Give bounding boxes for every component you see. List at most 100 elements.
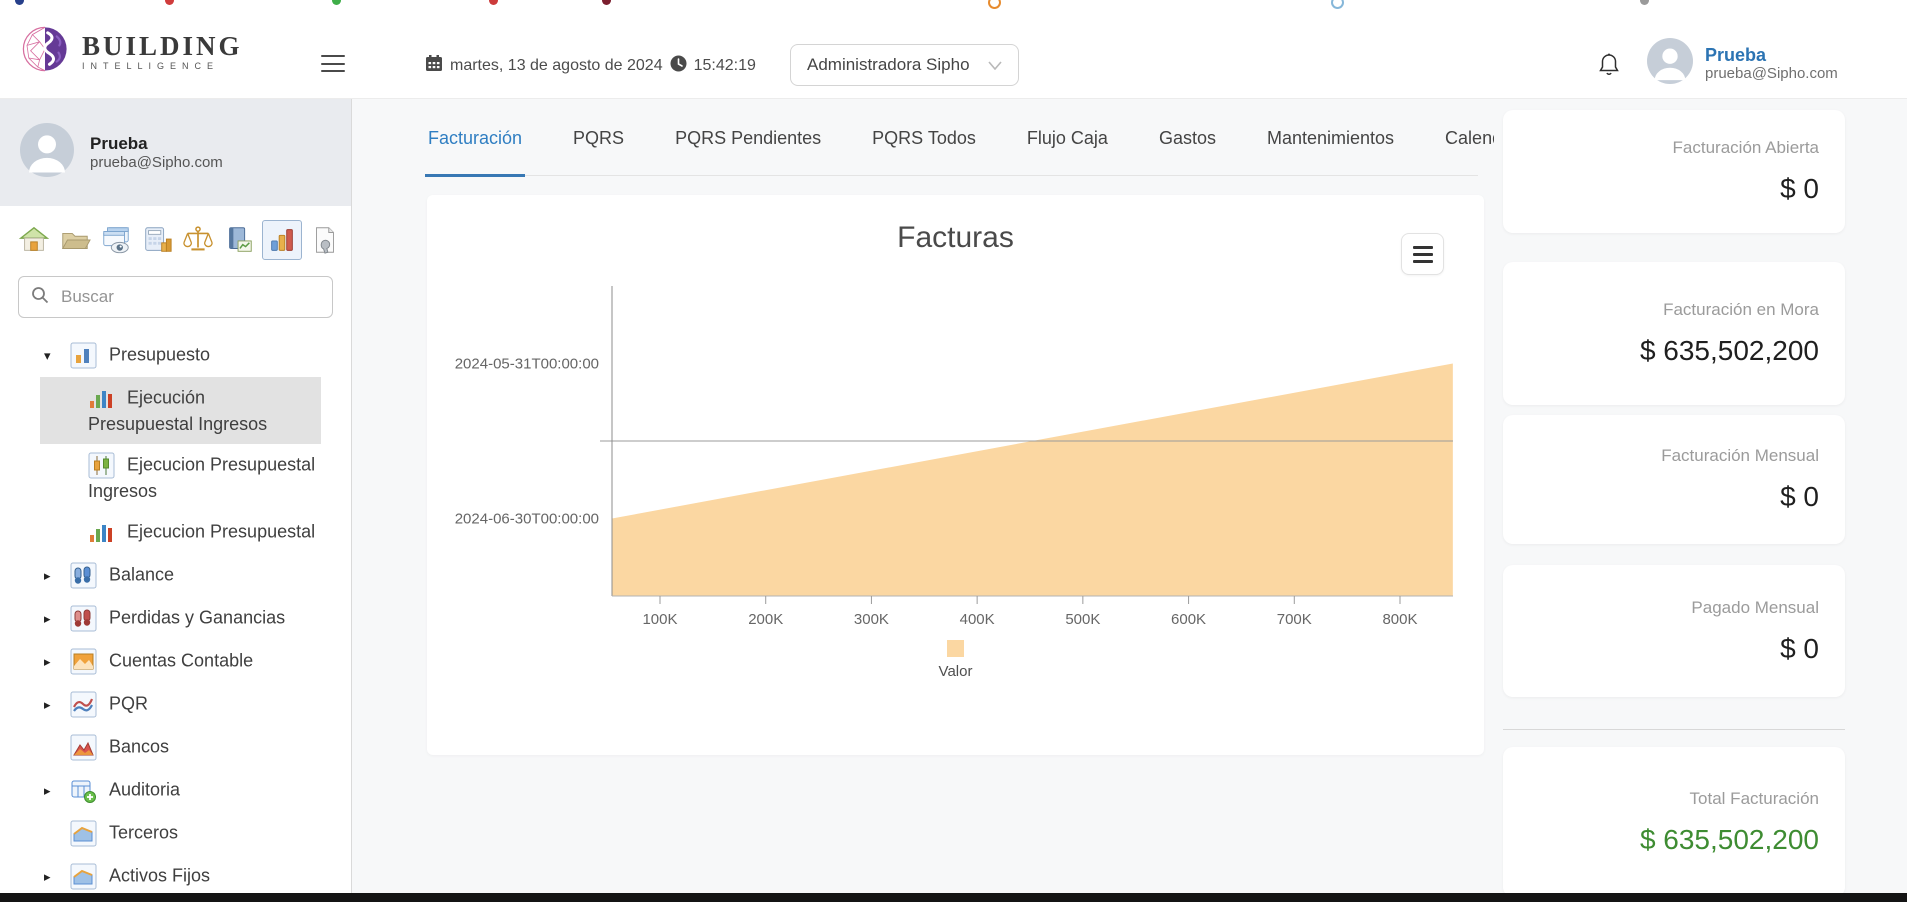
search-box[interactable]: [18, 276, 333, 318]
tree-item-label: PQR: [109, 693, 148, 713]
legend-label: Valor: [939, 663, 973, 680]
tree-item-cuentas-contable[interactable]: ▸ Cuentas Contable: [0, 640, 351, 683]
chart-legend[interactable]: Valor: [427, 640, 1484, 680]
tab-pqrs-pendientes[interactable]: PQRS Pendientes: [672, 128, 824, 175]
notifications-button[interactable]: [1597, 52, 1621, 81]
browser-strip: [0, 0, 1907, 10]
binoculars-blue-icon: [70, 562, 97, 589]
company-select-value: Administradora Sipho: [807, 55, 970, 75]
tab-flujo-caja[interactable]: Flujo Caja: [1024, 128, 1111, 175]
favicon-fragment: [988, 0, 1001, 9]
favicon-fragment: [489, 0, 498, 5]
time-text: 15:42:19: [694, 57, 756, 75]
card-value: $ 0: [1780, 481, 1819, 513]
bar-chart-colored-icon: [88, 519, 115, 546]
tree-item-label: Cuentas Contable: [109, 650, 253, 670]
card-label: Facturación Abierta: [1673, 138, 1819, 158]
card-label: Pagado Mensual: [1691, 598, 1819, 618]
tree-item-label: Bancos: [109, 736, 169, 756]
clock-icon: [670, 55, 687, 77]
tree-item-label: Terceros: [109, 822, 178, 842]
date-text: martes, 13 de agosto de 2024: [450, 57, 663, 75]
header-user-email: prueba@Sipho.com: [1705, 65, 1838, 82]
tree-item-label: Ejecucion Presupuestal: [127, 521, 315, 541]
candlestick-icon: [88, 452, 115, 479]
caret-collapsed-icon[interactable]: ▸: [44, 865, 70, 889]
bar-chart-box-icon: [70, 342, 97, 369]
datetime: martes, 13 de agosto de 2024 15:42:19: [425, 54, 756, 77]
user-avatar-icon: [1647, 38, 1693, 89]
tree-item-bancos[interactable]: Bancos: [0, 726, 351, 769]
search-input[interactable]: [59, 286, 320, 308]
app-logo: BUILDING INTELLIGENCE: [18, 22, 243, 81]
tree-item-terceros[interactable]: Terceros: [0, 812, 351, 855]
hamburger-icon: [1413, 246, 1433, 249]
facturas-chart: 2024-05-31T00:00:002024-06-30T00:00:0010…: [427, 275, 1484, 630]
sidebar-toolbar: [0, 206, 351, 268]
panel-divider: [1503, 729, 1845, 730]
tab-pqrs[interactable]: PQRS: [570, 128, 627, 175]
calculator-icon[interactable]: [139, 222, 175, 258]
sidebar-toggle-button[interactable]: [321, 55, 345, 72]
caret-collapsed-icon[interactable]: ▸: [44, 693, 70, 717]
book-report-icon[interactable]: [221, 222, 257, 258]
caret-collapsed-icon[interactable]: ▸: [44, 564, 70, 588]
chevron-down-icon: [988, 55, 1002, 75]
favicon-fragment: [165, 0, 174, 5]
tab-mantenimientos[interactable]: Mantenimientos: [1264, 128, 1397, 175]
favicon-fragment: [602, 0, 611, 5]
preview-window-icon[interactable]: [98, 222, 134, 258]
brand-title: BUILDING: [82, 32, 243, 60]
brand-subtitle: INTELLIGENCE: [82, 61, 243, 71]
svg-text:400K: 400K: [960, 611, 995, 628]
main-content: Facturación PQRS PQRS Pendientes PQRS Todos…: [352, 98, 1494, 893]
tree-item-presupuesto[interactable]: ▾Presupuesto: [0, 334, 351, 377]
tree-item-auditoria[interactable]: ▸ Auditoria: [0, 769, 351, 812]
mountain-chart-icon: [70, 734, 97, 761]
calendar-icon: [425, 54, 443, 77]
svg-text:700K: 700K: [1277, 611, 1312, 628]
tree-item-label: Ejecucion Presupuestal Ingresos: [88, 454, 315, 501]
legend-swatch: [947, 640, 964, 657]
area-chart-icon: [70, 863, 97, 890]
tab-gastos[interactable]: Gastos: [1156, 128, 1219, 175]
tree-item-ejecucion-presupuestal-ingresos[interactable]: Ejecucion Presupuestal Ingresos: [0, 444, 351, 511]
caret-collapsed-icon[interactable]: ▸: [44, 607, 70, 631]
tree-item-pqr[interactable]: ▸ PQR: [0, 683, 351, 726]
tree-item-label: Activos Fijos: [109, 865, 210, 885]
favicon-fragment: [1640, 0, 1649, 5]
tab-facturaci-n[interactable]: Facturación: [425, 128, 525, 177]
company-select[interactable]: Administradora Sipho: [790, 44, 1019, 86]
header: BUILDING INTELLIGENCE martes, 13 de agos…: [0, 10, 1907, 99]
wave-chart-icon: [70, 691, 97, 718]
tree-item-label: Auditoria: [109, 779, 180, 799]
caret-collapsed-icon[interactable]: ▸: [44, 779, 70, 803]
profile-name: Prueba: [90, 134, 223, 154]
summary-card-pagado-mensual: Pagado Mensual $ 0: [1503, 565, 1845, 697]
tab-pqrs-todos[interactable]: PQRS Todos: [869, 128, 979, 175]
card-value: $ 0: [1780, 173, 1819, 205]
picture-icon: [70, 648, 97, 675]
header-user-menu[interactable]: Prueba prueba@Sipho.com: [1647, 38, 1838, 89]
caret-collapsed-icon[interactable]: ▸: [44, 650, 70, 674]
chart-title: Facturas: [427, 221, 1484, 255]
favicon-fragment: [15, 0, 24, 5]
caret-expanded-icon[interactable]: ▾: [44, 344, 70, 368]
svg-text:200K: 200K: [748, 611, 783, 628]
binoculars-red-icon: [70, 605, 97, 632]
svg-text:500K: 500K: [1065, 611, 1100, 628]
bar-chart-icon[interactable]: [262, 220, 302, 260]
tree-item-balance[interactable]: ▸Balance: [0, 554, 351, 597]
tree-item-ejecuci-n-presupuestal-ingresos[interactable]: Ejecución Presupuestal Ingresos: [40, 377, 321, 444]
bottom-bar: [0, 893, 1907, 902]
home-icon[interactable]: [16, 222, 52, 258]
chart-export-menu-button[interactable]: [1401, 233, 1444, 275]
tree-item-activos-fijos[interactable]: ▸ Activos Fijos: [0, 855, 351, 898]
folder-icon[interactable]: [57, 222, 93, 258]
tree-item-perdidas-y-ganancias[interactable]: ▸Perdidas y Ganancias: [0, 597, 351, 640]
document-tools-icon[interactable]: [307, 222, 343, 258]
svg-text:600K: 600K: [1171, 611, 1206, 628]
balance-scale-icon[interactable]: [180, 222, 216, 258]
tree-item-ejecucion-presupuestal[interactable]: Ejecucion Presupuestal: [0, 511, 351, 554]
card-value: $ 0: [1780, 633, 1819, 665]
